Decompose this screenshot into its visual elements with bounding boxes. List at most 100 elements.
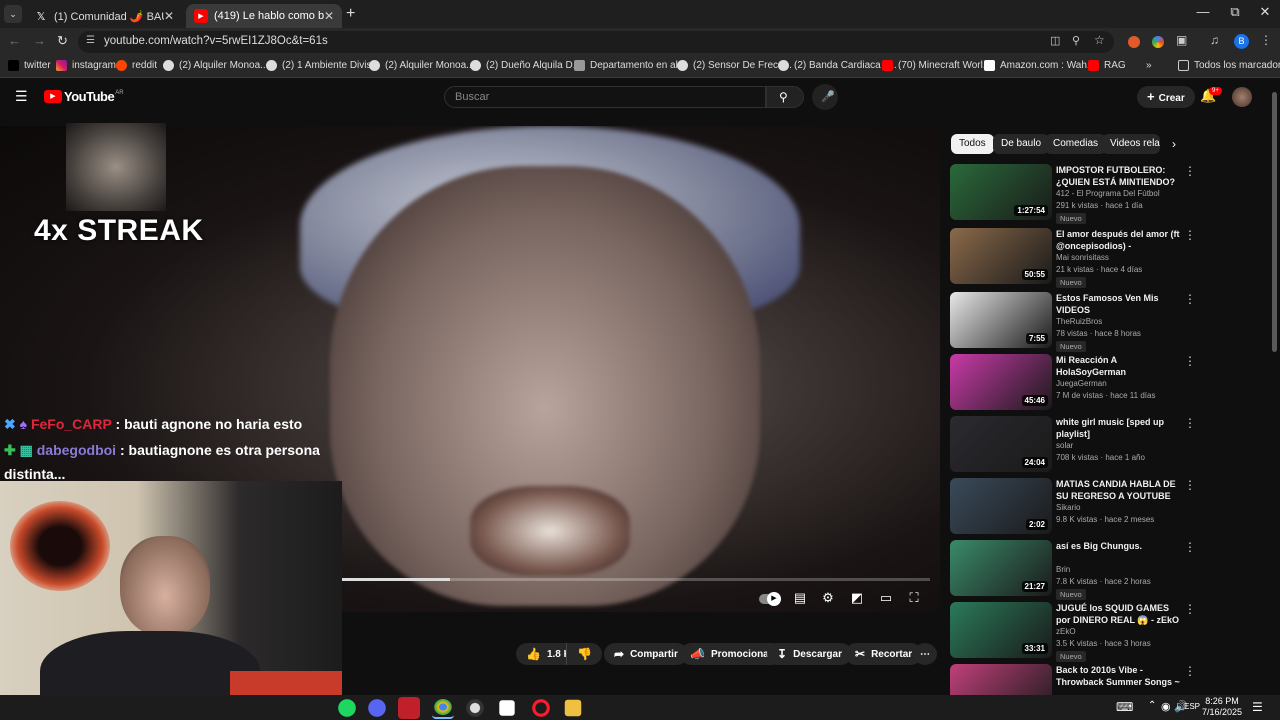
video-title[interactable]: Mi Reacción A HolaSoyGerman <box>1056 354 1180 378</box>
discord-icon[interactable] <box>366 697 388 719</box>
chrome-icon[interactable] <box>432 697 454 719</box>
more-options-icon[interactable]: ⋮ <box>1184 478 1196 492</box>
video-title[interactable]: El amor después del amor (ft @oncepisodi… <box>1056 228 1180 252</box>
media-icon[interactable]: ♫ <box>1210 33 1219 47</box>
more-actions-button[interactable]: ⋯ <box>913 643 937 665</box>
video-thumbnail[interactable]: 2:02 <box>950 478 1052 534</box>
video-title[interactable]: MATIAS CANDIA HABLA DE SU REGRESO A YOUT… <box>1056 478 1180 502</box>
more-options-icon[interactable]: ⋮ <box>1184 416 1196 430</box>
obs-studio-icon[interactable] <box>464 697 486 719</box>
video-thumbnail[interactable]: 33:31 <box>950 602 1052 658</box>
download-button[interactable]: ↧ Descargar <box>767 643 852 665</box>
more-options-icon[interactable]: ⋮ <box>1184 354 1196 368</box>
bookmark-item[interactable]: (2) Alquiler Monoa... <box>163 60 269 71</box>
video-thumbnail[interactable]: 7:55 <box>950 292 1052 348</box>
channel-name[interactable]: Mai sonrisitass <box>1056 253 1109 262</box>
spotify-icon[interactable] <box>336 697 358 719</box>
forward-icon[interactable]: → <box>33 33 46 48</box>
address-bar[interactable]: ☰ youtube.com/watch?v=5rwEI1ZJ8Oc&t=61s … <box>78 31 1114 53</box>
channel-name[interactable]: Sikario <box>1056 503 1080 512</box>
recommendation-card[interactable]: 45:46 Mi Reacción A HolaSoyGerman JuegaGer… <box>950 354 1200 414</box>
obs-app-icon[interactable] <box>398 697 420 719</box>
more-options-icon[interactable]: ⋮ <box>1184 540 1196 554</box>
video-thumbnail[interactable]: 50:55 <box>950 228 1052 284</box>
bookmark-twitter[interactable]: twitter <box>8 60 51 71</box>
extension-icon[interactable] <box>1128 36 1140 48</box>
bookmark-reddit[interactable]: reddit <box>116 60 157 71</box>
video-title[interactable]: así es Big Chungus. <box>1056 540 1180 552</box>
bookmark-item[interactable]: (70) Minecraft Worl... <box>882 60 991 71</box>
recommendation-card[interactable]: 7:55 Estos Famosos Ven Mis VIDEOS TheRuizB… <box>950 292 1200 352</box>
more-options-icon[interactable]: ⋮ <box>1184 228 1196 242</box>
chip-videos-relacionados[interactable]: Videos relac <box>1102 134 1160 154</box>
autoplay-toggle[interactable]: ▶ <box>758 590 782 606</box>
site-info-icon[interactable]: ☰ <box>86 35 95 46</box>
recommendation-card[interactable]: 21:27 así es Big Chungus. Brin 7.8 K vistas… <box>950 540 1200 600</box>
more-options-icon[interactable]: ⋮ <box>1184 664 1196 678</box>
bookmark-item[interactable]: (2) Alquiler Monoa... <box>369 60 475 71</box>
user-avatar[interactable] <box>1232 87 1252 107</box>
channel-name[interactable]: 412 - El Programa Del Fútbol <box>1056 189 1160 198</box>
input-language[interactable]: ESP <box>1184 702 1200 711</box>
chip-comedias[interactable]: Comedias <box>1045 134 1107 154</box>
capcut-icon[interactable] <box>499 700 515 716</box>
bookmark-item[interactable]: Amazon.com : Wah... <box>984 60 1095 71</box>
more-options-icon[interactable]: ⋮ <box>1184 602 1196 616</box>
bookmark-star-icon[interactable]: ☆ <box>1094 33 1105 47</box>
more-options-icon[interactable]: ⋮ <box>1184 292 1196 306</box>
video-title[interactable]: JUGUÉ los SQUID GAMES por DINERO REAL 😱 … <box>1056 602 1180 626</box>
recommendation-card[interactable]: 50:55 El amor después del amor (ft @oncep… <box>950 228 1200 288</box>
video-thumbnail[interactable] <box>950 664 1052 695</box>
video-thumbnail[interactable]: 24:04 <box>950 416 1052 472</box>
youtube-logo[interactable]: ▶ YouTube AR <box>44 89 124 104</box>
recommendation-card[interactable]: 33:31 JUGUÉ los SQUID GAMES por DINERO RE… <box>950 602 1200 662</box>
settings-gear-icon[interactable]: ⚙ <box>818 590 838 606</box>
extensions-puzzle-icon[interactable]: ▣ <box>1176 33 1187 47</box>
notifications-icon[interactable]: ☰ <box>1252 700 1263 714</box>
chip-todos[interactable]: Todos <box>951 134 994 154</box>
channel-name[interactable]: solar <box>1056 441 1073 450</box>
bookmark-item[interactable]: RAG <box>1088 60 1126 71</box>
close-tab-icon[interactable]: ✕ <box>164 9 174 23</box>
channel-name[interactable]: TheRuizBros <box>1056 317 1102 326</box>
file-explorer-icon[interactable] <box>564 699 582 717</box>
create-button[interactable]: + Crear <box>1137 86 1195 108</box>
recommendation-card[interactable]: 1:27:54 IMPOSTOR FUTBOLERO: ¿QUIEN ESTÁ M… <box>950 164 1200 224</box>
opera-icon[interactable] <box>530 697 552 719</box>
close-tab-icon[interactable]: ✕ <box>324 9 334 23</box>
bookmark-instagram[interactable]: instagram <box>56 60 116 71</box>
tab-comunidad[interactable]: 𝕏 (1) Comunidad 🌶️ BAULO CLUB ✕ <box>26 4 182 28</box>
scrollbar[interactable] <box>1272 92 1277 352</box>
bookmark-item[interactable]: (2) Dueño Alquila D... <box>470 60 581 71</box>
tab-youtube-video[interactable]: ▶ (419) Le hablo como bebe a mi ✕ <box>186 4 342 28</box>
voice-search-button[interactable]: 🎤 <box>812 84 838 110</box>
more-options-icon[interactable]: ⋮ <box>1184 164 1196 178</box>
tab-list-button[interactable]: ⌄ <box>4 5 22 23</box>
clip-button[interactable]: ✂ Recortar <box>845 643 923 665</box>
video-thumbnail[interactable]: 21:27 <box>950 540 1052 596</box>
bookmark-item[interactable]: (2) Sensor De Frecu... <box>677 60 792 71</box>
minimize-button[interactable]: — <box>1186 4 1220 19</box>
search-button[interactable]: ⚲ <box>766 86 804 108</box>
zoom-icon[interactable]: ⚲ <box>1072 34 1080 47</box>
chips-next-icon[interactable]: › <box>1172 137 1176 151</box>
all-bookmarks[interactable]: Todos los marcadores <box>1178 60 1280 71</box>
close-window-button[interactable]: ✕ <box>1248 4 1280 20</box>
video-title[interactable]: IMPOSTOR FUTBOLERO: ¿QUIEN ESTÁ MINTIEND… <box>1056 164 1180 188</box>
channel-name[interactable]: Brin <box>1056 565 1070 574</box>
restore-button[interactable]: ⧉ <box>1218 4 1252 20</box>
install-app-icon[interactable]: ◫ <box>1050 34 1060 47</box>
dislike-button[interactable]: 👎 <box>566 643 602 665</box>
back-icon[interactable]: ← <box>8 33 21 48</box>
fullscreen-icon[interactable]: ⛶ <box>904 590 924 606</box>
system-clock[interactable]: 8:26 PM 7/16/2025 <box>1202 696 1242 718</box>
video-title[interactable]: Estos Famosos Ven Mis VIDEOS <box>1056 292 1180 316</box>
chip-de-baulo[interactable]: De baulo <box>993 134 1050 154</box>
recommendation-card[interactable]: Back to 2010s Vibe - Throwback Summer So… <box>950 664 1200 695</box>
miniplayer-icon[interactable]: ◩ <box>847 590 867 606</box>
theater-mode-icon[interactable]: ▭ <box>876 590 896 606</box>
channel-name[interactable]: zEkO <box>1056 627 1076 636</box>
share-button[interactable]: ➦ Compartir <box>604 643 688 665</box>
recommendation-card[interactable]: 2:02 MATIAS CANDIA HABLA DE SU REGRESO A … <box>950 478 1200 538</box>
wifi-icon[interactable]: ◉ <box>1161 700 1171 713</box>
